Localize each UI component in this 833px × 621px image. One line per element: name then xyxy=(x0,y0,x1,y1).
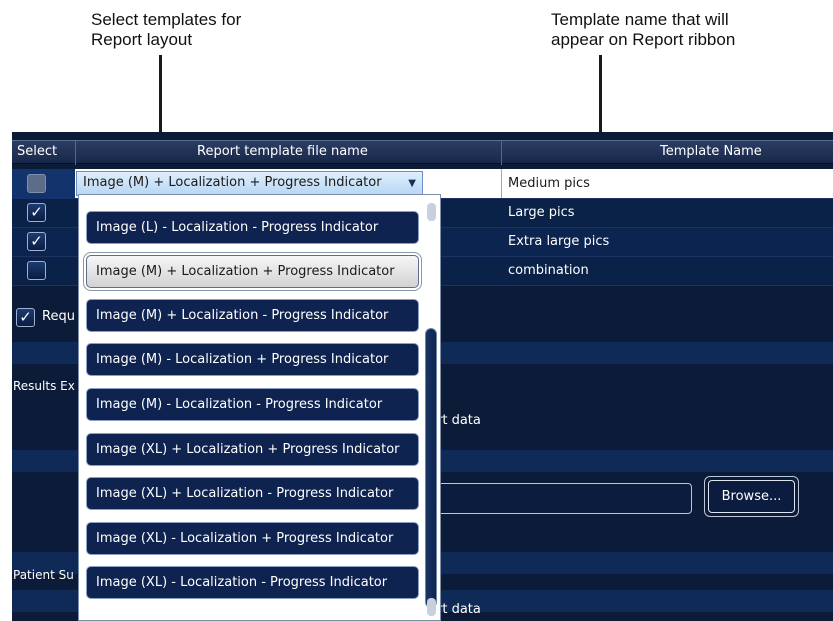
template-name-cell[interactable]: Extra large pics xyxy=(508,234,609,249)
combobox-value: Image (M) + Localization + Progress Indi… xyxy=(83,175,382,190)
patient-summary-label: Patient Su xyxy=(13,568,74,582)
callout-line: Select templates for xyxy=(91,10,242,29)
callout-select-templates: Select templates for Report layout xyxy=(91,10,241,50)
callout-template-name: Template name that will appear on Report… xyxy=(551,10,735,50)
column-header-file[interactable]: Report template file name xyxy=(197,144,368,159)
browse-button-label: Browse... xyxy=(708,480,795,513)
export-path-input[interactable] xyxy=(437,483,692,514)
column-separator xyxy=(75,141,76,165)
grid-header: Select Report template file name Templat… xyxy=(12,140,833,165)
dropdown-option[interactable]: Image (XL) - Localization + Progress Ind… xyxy=(86,522,419,555)
report-data-label: rt data xyxy=(437,602,481,617)
row-checkbox[interactable] xyxy=(27,174,46,193)
dropdown-option-selected[interactable]: Image (M) + Localization + Progress Indi… xyxy=(86,255,419,288)
dropdown-scrollbar[interactable] xyxy=(424,203,438,616)
row-checkbox[interactable]: ✓ xyxy=(27,203,46,222)
column-header-select[interactable]: Select xyxy=(17,144,57,159)
callout-line: Template name that will xyxy=(551,10,729,29)
require-checkbox[interactable]: ✓ xyxy=(16,308,35,327)
row-checkbox[interactable] xyxy=(27,261,46,280)
report-data-label: rt data xyxy=(437,413,481,428)
dropdown-option[interactable]: Image (L) - Localization - Progress Indi… xyxy=(86,211,419,244)
dropdown-option[interactable]: Image (XL) + Localization - Progress Ind… xyxy=(86,477,419,510)
dropdown-option[interactable]: Image (XL) - Localization - Progress Ind… xyxy=(86,566,419,599)
dropdown-option[interactable]: Image (M) + Localization - Progress Indi… xyxy=(86,299,419,332)
callout-line: appear on Report ribbon xyxy=(551,30,736,49)
scrollbar-thumb[interactable] xyxy=(425,328,437,608)
dropdown-option[interactable]: Image (M) - Localization - Progress Indi… xyxy=(86,388,419,421)
column-header-template-name[interactable]: Template Name xyxy=(660,144,762,159)
dropdown-arrow-icon[interactable]: ▼ xyxy=(408,178,416,189)
require-label: Requ xyxy=(42,309,75,324)
template-file-dropdown-list[interactable]: Image (L) - Localization - Progress Indi… xyxy=(78,194,441,621)
template-name-cell[interactable]: Medium pics xyxy=(508,176,590,191)
dropdown-option[interactable]: Image (M) - Localization + Progress Indi… xyxy=(86,343,419,376)
template-name-cell[interactable]: Large pics xyxy=(508,205,575,220)
row-checkbox[interactable]: ✓ xyxy=(27,232,46,251)
cell-separator xyxy=(501,169,502,198)
template-name-cell[interactable]: combination xyxy=(508,263,589,278)
scroll-down-icon[interactable] xyxy=(427,598,436,616)
scroll-up-icon[interactable] xyxy=(427,203,436,221)
browse-button[interactable]: Browse... xyxy=(704,476,799,517)
results-export-label: Results Ex xyxy=(13,379,75,393)
column-separator xyxy=(501,141,502,165)
template-file-combobox[interactable]: Image (M) + Localization + Progress Indi… xyxy=(76,171,423,196)
callout-line: Report layout xyxy=(91,30,193,49)
dropdown-option[interactable]: Image (XL) + Localization + Progress Ind… xyxy=(86,433,419,466)
